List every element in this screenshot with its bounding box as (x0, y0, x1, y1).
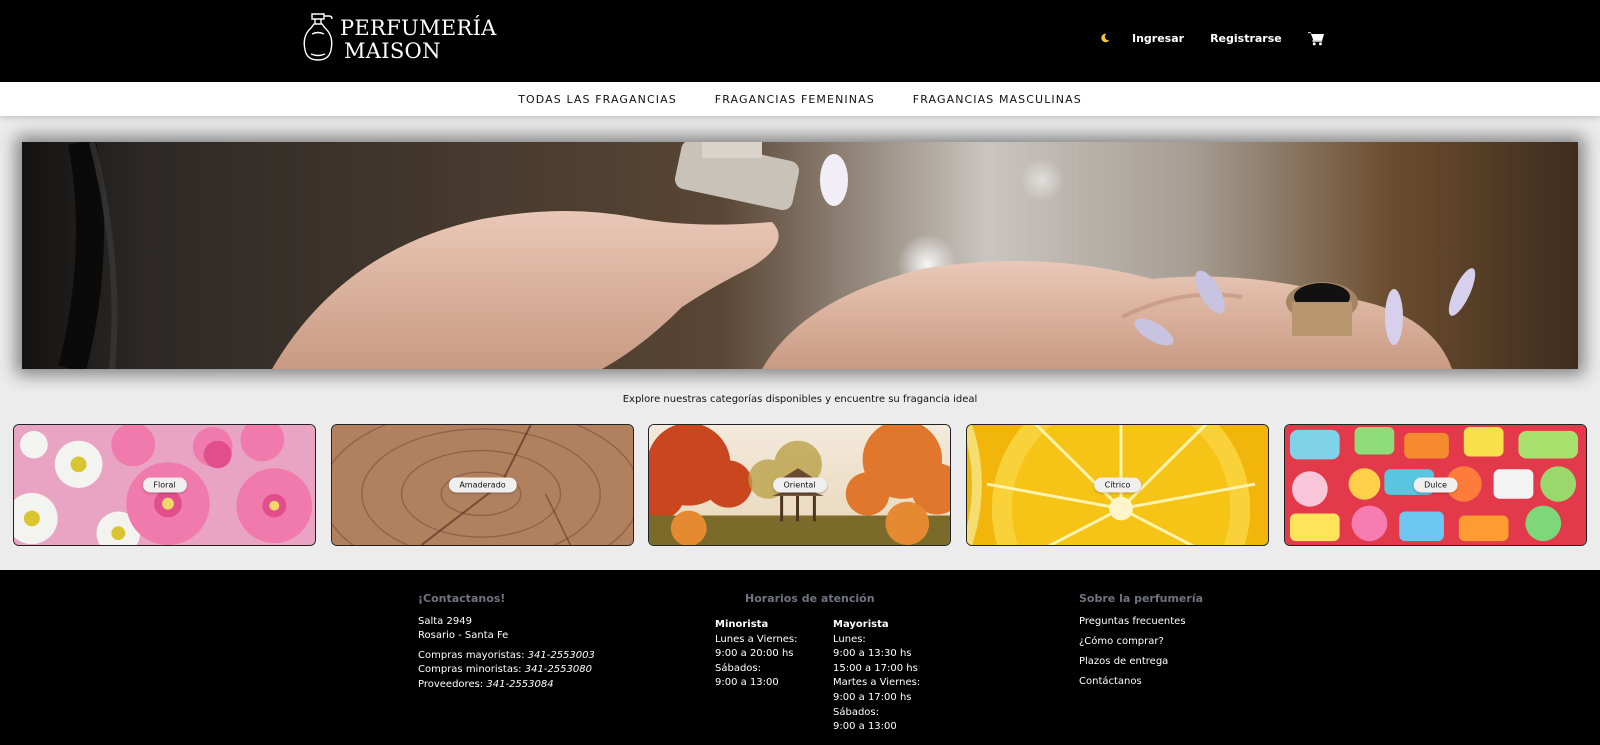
wholesale-hours-line: 9:00 a 17:00 hs (833, 691, 912, 703)
retail-hours-line: Lunes a Viernes: (715, 633, 798, 645)
hero-banner (22, 142, 1578, 369)
delivery-times-link[interactable]: Plazos de entrega (1079, 655, 1203, 670)
retail-label: Compras minoristas: (418, 664, 522, 676)
contact-link[interactable]: Contáctanos (1079, 675, 1203, 690)
category-card-sweet[interactable]: Dulce (1284, 424, 1587, 546)
retail-hours-title: Minorista (715, 619, 769, 630)
cart-icon[interactable] (1307, 31, 1324, 46)
suppliers-contact: Proveedores: 341-2553084 (418, 678, 595, 693)
address-line-1: Salta 2949 (418, 615, 472, 627)
address-line-2: Rosario - Santa Fe (418, 630, 509, 642)
register-link[interactable]: Registrarse (1210, 32, 1282, 45)
main-nav: TODAS LAS FRAGANCIAS FRAGANCIAS FEMENINA… (0, 82, 1600, 116)
retail-hours-line: Sábados: (715, 662, 761, 674)
moon-icon[interactable] (1100, 29, 1114, 47)
footer-about: Sobre la perfumería Preguntas frecuentes… (1079, 592, 1203, 695)
site-footer: ¡Contactanos! Salta 2949 Rosario - Santa… (0, 570, 1600, 745)
wholesale-hours-line: Lunes: (833, 633, 866, 645)
wholesale-hours-line: 15:00 a 17:00 hs (833, 662, 918, 674)
wholesale-hours-title: Mayorista (833, 619, 889, 630)
nav-male-fragrances[interactable]: FRAGANCIAS MASCULINAS (913, 93, 1082, 106)
category-grid: Floral Amaderado Oriental Cítrico Dulce (13, 424, 1587, 546)
categories-intro: Explore nuestras categorías disponibles … (622, 394, 978, 405)
site-header: PERFUMERÍA MAISON Ingresar Registrarse (0, 0, 1600, 82)
retail-hours: Minorista Lunes a Viernes: 9:00 a 20:00 … (715, 618, 797, 691)
hero-image (22, 142, 1578, 369)
category-card-floral[interactable]: Floral (13, 424, 316, 546)
nav-all-fragrances[interactable]: TODAS LAS FRAGANCIAS (518, 93, 677, 106)
retail-phone[interactable]: 341-2553080 (525, 664, 592, 675)
retail-hours-line: 9:00 a 13:00 (715, 677, 779, 689)
footer-contact: ¡Contactanos! Salta 2949 Rosario - Santa… (418, 592, 595, 693)
suppliers-phone[interactable]: 341-2553084 (486, 679, 553, 690)
wholesale-phone[interactable]: 341-2553003 (528, 650, 595, 661)
category-card-woody[interactable]: Amaderado (331, 424, 634, 546)
login-link[interactable]: Ingresar (1132, 32, 1184, 45)
footer-contact-heading: ¡Contactanos! (418, 592, 506, 605)
logo-line-2: MAISON (344, 39, 441, 63)
header-actions: Ingresar Registrarse (1100, 29, 1324, 47)
wholesale-contact: Compras mayoristas: 341-2553003 (418, 649, 595, 664)
perfume-bottle-icon (302, 10, 338, 70)
category-label-woody: Amaderado (448, 477, 517, 493)
category-card-oriental[interactable]: Oriental (648, 424, 951, 546)
wholesale-hours-line: Sábados: (833, 706, 879, 718)
wholesale-hours-line: 9:00 a 13:30 hs (833, 648, 912, 660)
footer-hours-heading-col: Horarios de atención (745, 592, 875, 607)
logo-wordmark: PERFUMERÍA MAISON (340, 17, 497, 63)
footer-hours-heading: Horarios de atención (745, 592, 875, 605)
nav-female-fragrances[interactable]: FRAGANCIAS FEMENINAS (715, 93, 875, 106)
wholesale-label: Compras mayoristas: (418, 649, 525, 661)
brand-logo[interactable]: PERFUMERÍA MAISON (302, 12, 497, 68)
category-card-citrus[interactable]: Cítrico (966, 424, 1269, 546)
wholesale-hours: Mayorista Lunes: 9:00 a 13:30 hs 15:00 a… (833, 618, 920, 735)
category-label-floral: Floral (142, 477, 187, 493)
category-label-citrus: Cítrico (1093, 477, 1142, 493)
retail-contact: Compras minoristas: 341-2553080 (418, 663, 595, 678)
footer-about-heading: Sobre la perfumería (1079, 592, 1204, 605)
wholesale-hours-line: Martes a Viernes: (833, 677, 921, 689)
category-label-sweet: Dulce (1413, 477, 1458, 493)
retail-hours-line: 9:00 a 20:00 hs (715, 648, 794, 660)
faq-link[interactable]: Preguntas frecuentes (1079, 615, 1203, 630)
suppliers-label: Proveedores: (418, 678, 484, 690)
logo-line-1: PERFUMERÍA (340, 16, 497, 40)
how-to-buy-link[interactable]: ¿Cómo comprar? (1079, 635, 1203, 650)
wholesale-hours-line: 9:00 a 13:00 (833, 721, 897, 733)
category-label-oriental: Oriental (772, 477, 827, 493)
